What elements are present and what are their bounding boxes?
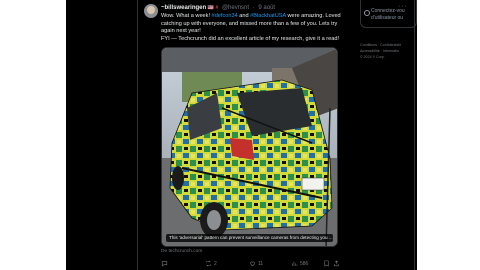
views-count: 586	[300, 260, 309, 267]
car-photo	[162, 48, 337, 246]
like-button[interactable]: 11	[249, 260, 263, 267]
footer-links: Conditions · Confidentialit Accessibilit…	[360, 42, 417, 61]
avatar[interactable]	[144, 4, 158, 18]
login-prompt[interactable]: Connectez-vou d'utilisateur ou	[360, 0, 417, 28]
hashtag-blackhat[interactable]: #BlackhatUSA	[250, 13, 286, 19]
share-icon	[334, 260, 339, 267]
hashtag-defcon[interactable]: #defcon34	[212, 13, 238, 19]
separator: ·	[252, 5, 255, 11]
repost-button[interactable]: 2	[205, 260, 217, 267]
login-line1: Connectez-vou	[371, 8, 405, 14]
login-text: Connectez-vou d'utilisateur ou	[371, 8, 405, 21]
text-and: and	[237, 13, 251, 19]
right-sidebar-panel: Connectez-vou d'utilisateur ou Condition…	[360, 0, 417, 270]
share-button[interactable]	[333, 260, 340, 267]
post-actions: 2 11 586	[161, 260, 341, 269]
repost-count: 2	[214, 260, 217, 267]
user-handle[interactable]: @hevnsnt	[222, 5, 249, 11]
bookmark-button[interactable]	[323, 260, 330, 267]
media-caption: This 'adversarial' pattern can prevent s…	[166, 234, 333, 242]
repost-icon	[206, 260, 211, 267]
login-line2: d'utilisateur ou	[371, 14, 404, 21]
reply-icon	[161, 261, 168, 267]
link-card-image[interactable]: This 'adversarial' pattern can prevent s…	[161, 47, 338, 247]
text-part1: Wow. What a week!	[161, 13, 212, 19]
post-date[interactable]: 9 août	[258, 5, 275, 11]
views-chart-icon	[292, 261, 298, 266]
text-line2: FYI — Techcrunch did an excellent articl…	[161, 35, 340, 42]
post-text: Wow. What a week! #defcon34 and #Blackha…	[161, 13, 341, 43]
user-icon	[364, 10, 370, 16]
bookmark-icon	[324, 260, 329, 267]
link-source[interactable]: De techcrunch.com	[161, 249, 202, 254]
like-count: 11	[258, 260, 264, 267]
reply-button[interactable]	[161, 260, 170, 267]
profile-badges: 🇺🇸 #	[207, 5, 219, 11]
views-button[interactable]: 586	[291, 260, 308, 267]
heart-icon	[250, 261, 255, 267]
footer-copyright: © 2024 X Corp.	[360, 55, 385, 60]
display-name[interactable]: ~billswearingen	[161, 5, 206, 11]
